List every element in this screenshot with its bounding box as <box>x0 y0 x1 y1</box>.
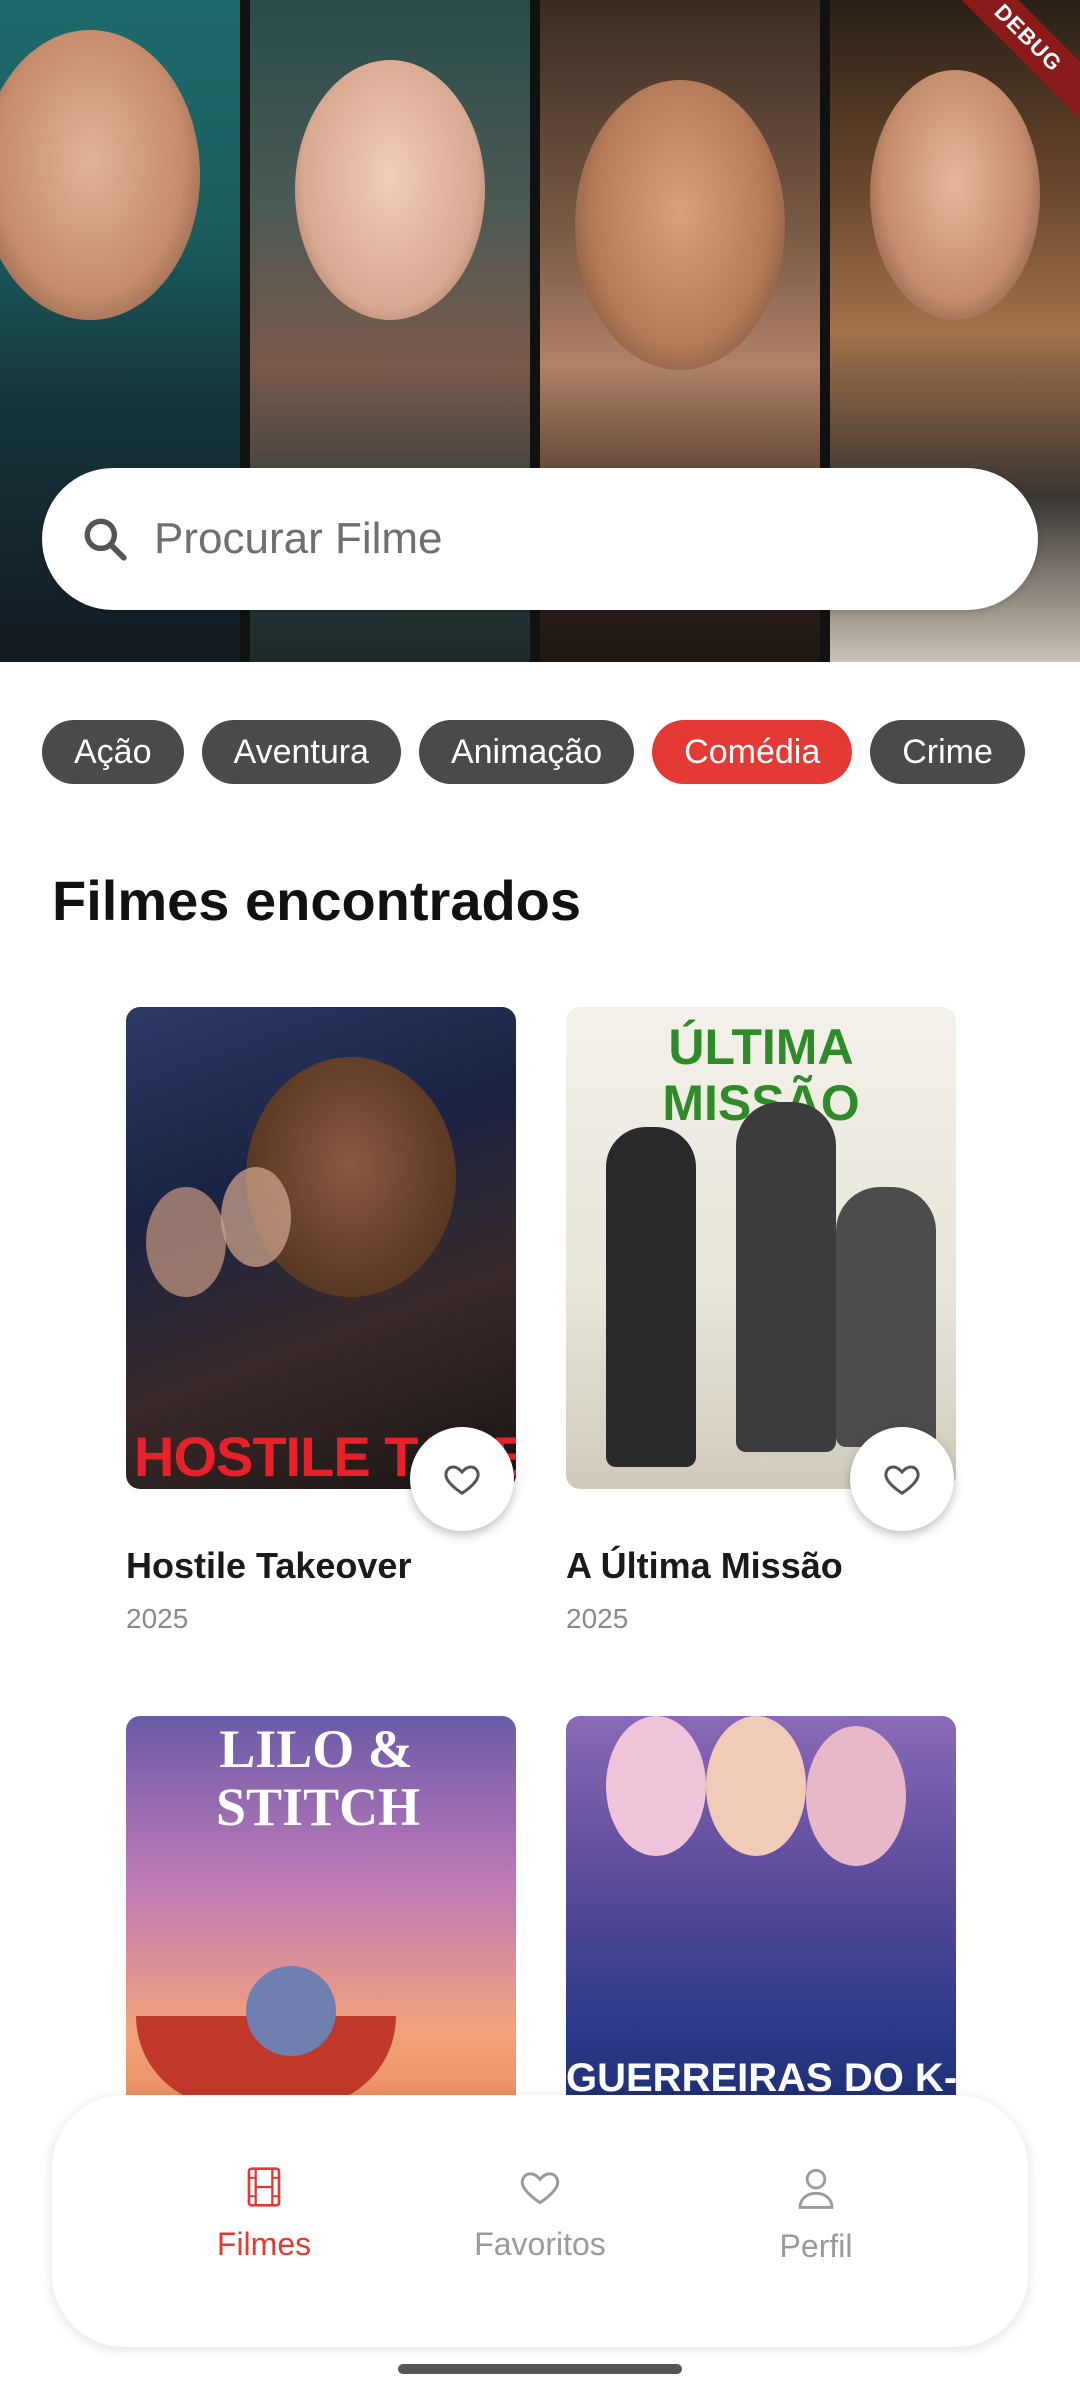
genre-chip-acao[interactable]: Ação <box>42 720 184 784</box>
film-icon <box>247 2167 281 2207</box>
movie-title: Hostile Takeover <box>126 1545 412 1586</box>
movie-poster[interactable]: HOSTILE TAKEOVER <box>126 1007 516 1489</box>
nav-label: Favoritos <box>474 2226 606 2262</box>
movie-card-lilo-stitch[interactable]: LILO & STITCH <box>126 1716 516 2136</box>
movie-year: 2025 <box>566 1603 629 1634</box>
movie-poster[interactable]: GUERREIRAS DO K-POP <box>566 1716 956 2136</box>
home-indicator[interactable] <box>398 2364 682 2374</box>
movie-card-guerreiras-do-kpop[interactable]: GUERREIRAS DO K-POP <box>566 1716 956 2136</box>
heart-outline-icon <box>884 1465 920 1495</box>
genre-chip-animacao[interactable]: Animação <box>418 720 635 784</box>
movie-poster[interactable]: LILO & STITCH <box>126 1716 516 2136</box>
genre-chip-comedia[interactable]: Comédia <box>652 720 853 784</box>
bottom-navigation: Filmes Favoritos Perfil <box>52 2095 1028 2347</box>
person-icon <box>798 2168 834 2209</box>
nav-label: Filmes <box>216 2226 312 2262</box>
nav-tab-perfil[interactable]: Perfil <box>716 2165 916 2265</box>
movie-poster[interactable]: ÚLTIMA MISSÃO <box>566 1007 956 1489</box>
genre-chip-crime[interactable]: Crime <box>870 720 1025 784</box>
movie-year: 2025 <box>126 1603 189 1634</box>
genre-chip-aventura[interactable]: Aventura <box>201 720 401 784</box>
nav-label: Perfil <box>779 2228 853 2264</box>
favorite-button[interactable] <box>850 1427 954 1531</box>
favorite-button[interactable] <box>410 1427 514 1531</box>
poster-title-text: GUERREIRAS DO K-POP <box>566 2056 956 2100</box>
heart-outline-icon <box>444 1465 480 1495</box>
search-input[interactable] <box>152 513 936 565</box>
movie-card-hostile-takeover[interactable]: HOSTILE TAKEOVER Hostile Takeover 2025 <box>126 1007 516 1634</box>
genre-chip-list: Ação Aventura Animação Comédia Crime <box>42 720 1080 786</box>
movie-title: A Última Missão <box>566 1545 843 1586</box>
poster-title-text: LILO & STITCH <box>216 1719 421 1837</box>
search-bar[interactable] <box>42 468 1038 610</box>
heart-icon <box>520 2172 560 2205</box>
section-title: Filmes encontrados <box>52 869 582 932</box>
nav-tab-favoritos[interactable]: Favoritos <box>440 2165 640 2263</box>
movie-card-a-ultima-missao[interactable]: ÚLTIMA MISSÃO A Última Missão 2025 <box>566 1007 956 1634</box>
search-icon <box>84 518 127 561</box>
nav-tab-filmes[interactable]: Filmes <box>164 2165 364 2263</box>
